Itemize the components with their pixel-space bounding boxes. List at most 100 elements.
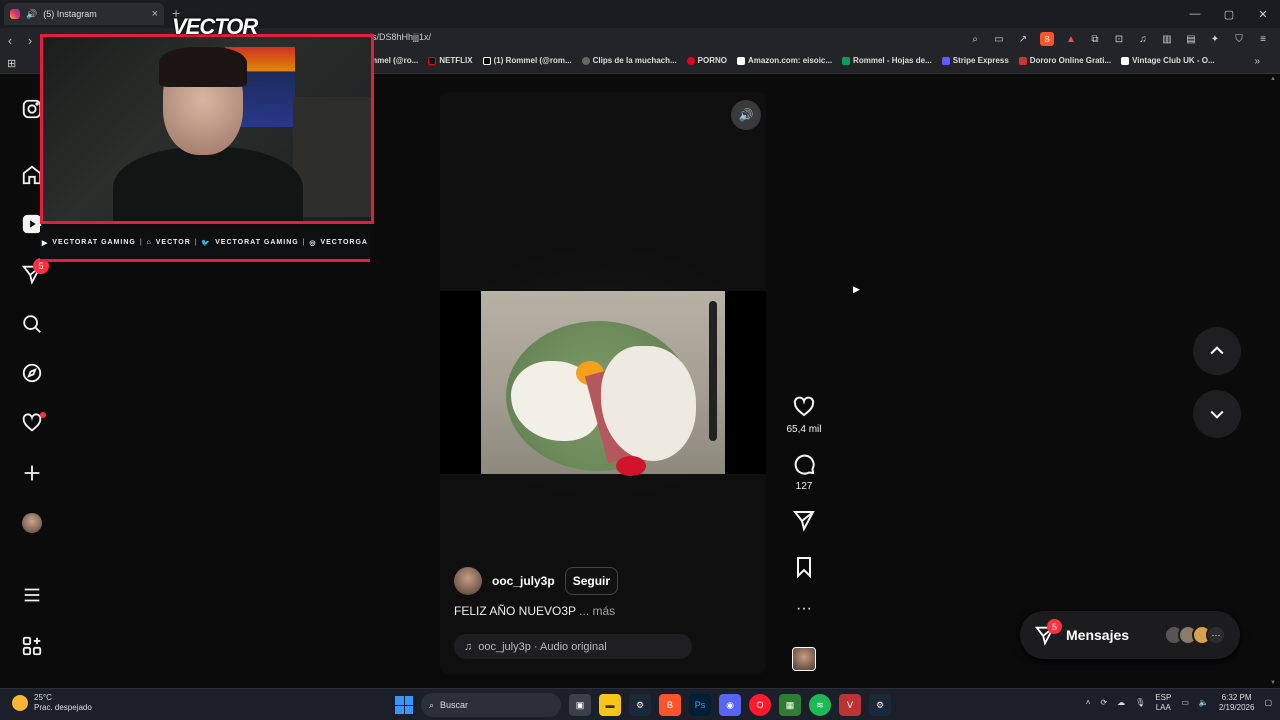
screenshot-icon[interactable]: ⊡ — [1112, 32, 1126, 46]
extensions-icon[interactable]: ⧉ — [1088, 32, 1102, 46]
discord-icon[interactable]: ◉ — [719, 694, 741, 716]
clock[interactable]: 6:32 PM 2/19/2026 — [1219, 693, 1255, 713]
bookmark-item[interactable]: Rommel - Hojas de... — [842, 56, 932, 65]
comment-action[interactable]: 127 — [784, 452, 824, 492]
bookmark-item[interactable]: (1) Rommel (@rom... — [482, 56, 572, 65]
valorant-icon[interactable]: V — [839, 694, 861, 716]
task-view-icon[interactable]: ▣ — [569, 694, 591, 716]
apps-grid-icon[interactable]: ⊞ — [7, 57, 16, 70]
twitch-social: ⌂ VECTOR — [146, 239, 191, 246]
brave-rewards-icon[interactable]: ▲ — [1064, 32, 1078, 46]
sound-icon[interactable]: 🔊 — [731, 100, 761, 130]
share-icon[interactable]: ↗ — [1016, 32, 1030, 46]
create-icon[interactable] — [18, 459, 46, 487]
browser-tab-instagram[interactable]: 🔊 (5) Instagram × — [4, 3, 164, 25]
steam-icon[interactable]: ⚙ — [629, 694, 651, 716]
bookmark-item[interactable]: Dororo Online Grati... — [1018, 56, 1111, 65]
instagram-favicon — [10, 9, 20, 19]
speaker-icon[interactable]: 🔊 — [26, 9, 37, 20]
background-shelf — [293, 97, 371, 217]
weather-widget[interactable]: 25°C Prac. despejado — [12, 693, 92, 713]
spreadsheet-icon[interactable]: ▦ — [779, 694, 801, 716]
volume-icon[interactable]: 🔈 — [1199, 698, 1209, 708]
tab-title: (5) Instagram — [43, 9, 97, 19]
more-link[interactable]: ... más — [579, 604, 615, 618]
onedrive-icon[interactable]: ☁ — [1117, 698, 1125, 708]
steam-icon-2[interactable]: ⚙ — [869, 694, 891, 716]
audio-pill[interactable]: ♫ ooc_july3p · Audio original — [454, 634, 692, 659]
messages-pill-badge: 5 — [1047, 619, 1062, 634]
search-icon[interactable] — [18, 310, 46, 338]
forward-icon[interactable]: › — [20, 33, 40, 48]
browser-menu-icon[interactable]: ≡ — [1256, 32, 1270, 46]
opera-icon[interactable]: O — [749, 694, 771, 716]
cast-icon[interactable]: ▭ — [992, 32, 1006, 46]
media-icon[interactable]: ♫ — [1136, 32, 1150, 46]
like-action[interactable]: 65,4 mil — [784, 395, 824, 435]
knife — [709, 301, 717, 441]
previous-reel-button[interactable] — [1193, 327, 1241, 375]
sidebar-toggle-icon[interactable]: ▥ — [1160, 32, 1174, 46]
file-explorer-icon[interactable]: ▬ — [599, 694, 621, 716]
profile-avatar[interactable] — [22, 513, 42, 533]
vpn-icon[interactable]: ⛉ — [1232, 32, 1246, 46]
close-tab-icon[interactable]: × — [152, 8, 158, 20]
author-username[interactable]: ooc_july3p — [492, 574, 555, 588]
share-action[interactable] — [784, 508, 824, 535]
maximize-icon[interactable]: ▢ — [1212, 0, 1246, 28]
photoshop-icon[interactable]: Ps — [689, 694, 711, 716]
language-indicator[interactable]: ESP LAA — [1155, 693, 1171, 713]
bookmarks-overflow-icon[interactable]: » — [1254, 56, 1260, 67]
weather-condition: Prac. despejado — [34, 703, 92, 712]
sync-icon[interactable]: ⟳ — [1100, 698, 1107, 708]
start-button[interactable] — [395, 696, 413, 714]
leo-icon[interactable]: ✦ — [1208, 32, 1222, 46]
next-reel-button[interactable] — [1193, 390, 1241, 438]
author-avatar[interactable] — [454, 567, 482, 595]
follow-button[interactable]: Seguir — [564, 567, 619, 595]
bookmark-item[interactable]: PORNO — [686, 56, 727, 65]
tray-overflow-icon[interactable]: ˄ — [1086, 698, 1091, 708]
reel-video[interactable] — [440, 291, 766, 476]
menu-icon[interactable] — [18, 581, 46, 609]
window-controls: — ▢ ✕ — [1178, 0, 1280, 28]
display-icon[interactable]: ▭ — [1181, 698, 1189, 708]
notifications-center-icon[interactable]: ▢ — [1264, 698, 1272, 708]
heart-icon[interactable] — [792, 395, 816, 419]
bookmark-item[interactable]: mmel (@ro... — [370, 56, 418, 65]
explore-icon[interactable] — [18, 359, 46, 387]
mic-icon[interactable]: 🎙 — [1135, 698, 1145, 708]
back-icon[interactable]: ‹ — [0, 33, 20, 48]
wallet-icon[interactable]: ▤ — [1184, 32, 1198, 46]
close-window-icon[interactable]: ✕ — [1246, 0, 1280, 28]
messages-pill[interactable]: 5 Mensajes ··· — [1020, 611, 1240, 659]
twitter-social: 🐦 VECTORAT GAMING — [201, 239, 299, 247]
streamer-body — [113, 147, 303, 221]
audio-thumbnail[interactable] — [784, 647, 824, 671]
more-options-icon[interactable]: ··· — [784, 600, 824, 618]
bookmark-item[interactable]: Amazon.com: eisoic... — [737, 56, 832, 65]
lang-code: ESP — [1155, 693, 1172, 702]
save-action[interactable] — [784, 555, 824, 582]
bookmark-item[interactable]: Stripe Express — [941, 56, 1009, 65]
brave-shield-icon[interactable]: B — [1040, 32, 1054, 46]
food-image — [481, 291, 725, 476]
bookmark-item[interactable]: Vintage Club UK - O... — [1121, 56, 1215, 65]
minimize-icon[interactable]: — — [1178, 0, 1212, 28]
spotify-icon[interactable]: ≋ — [809, 694, 831, 716]
comment-icon[interactable] — [792, 452, 816, 476]
brave-icon[interactable]: B — [659, 694, 681, 716]
zoom-icon[interactable]: ⌕ — [968, 32, 982, 46]
send-icon[interactable] — [792, 508, 816, 532]
weather-temp: 25°C — [34, 693, 52, 702]
more-apps-icon[interactable] — [18, 632, 46, 660]
bookmark-item[interactable]: Clips de la muchach... — [581, 56, 677, 65]
url-field[interactable]: ls/DS8hHhjjj1x/ — [370, 32, 431, 42]
bookmark-icon[interactable] — [792, 555, 816, 579]
scroll-up-icon[interactable]: ▲ — [1270, 76, 1276, 82]
reel-caption: FELIZ AÑO NUEVO3P ... más — [454, 604, 615, 618]
page-scrollbar[interactable]: ▲ ▼ — [1268, 74, 1280, 688]
bookmark-item[interactable]: NETFLIX — [428, 56, 473, 65]
taskbar-search[interactable]: ⌕ Buscar — [421, 693, 561, 717]
scroll-down-icon[interactable]: ▼ — [1270, 680, 1276, 686]
